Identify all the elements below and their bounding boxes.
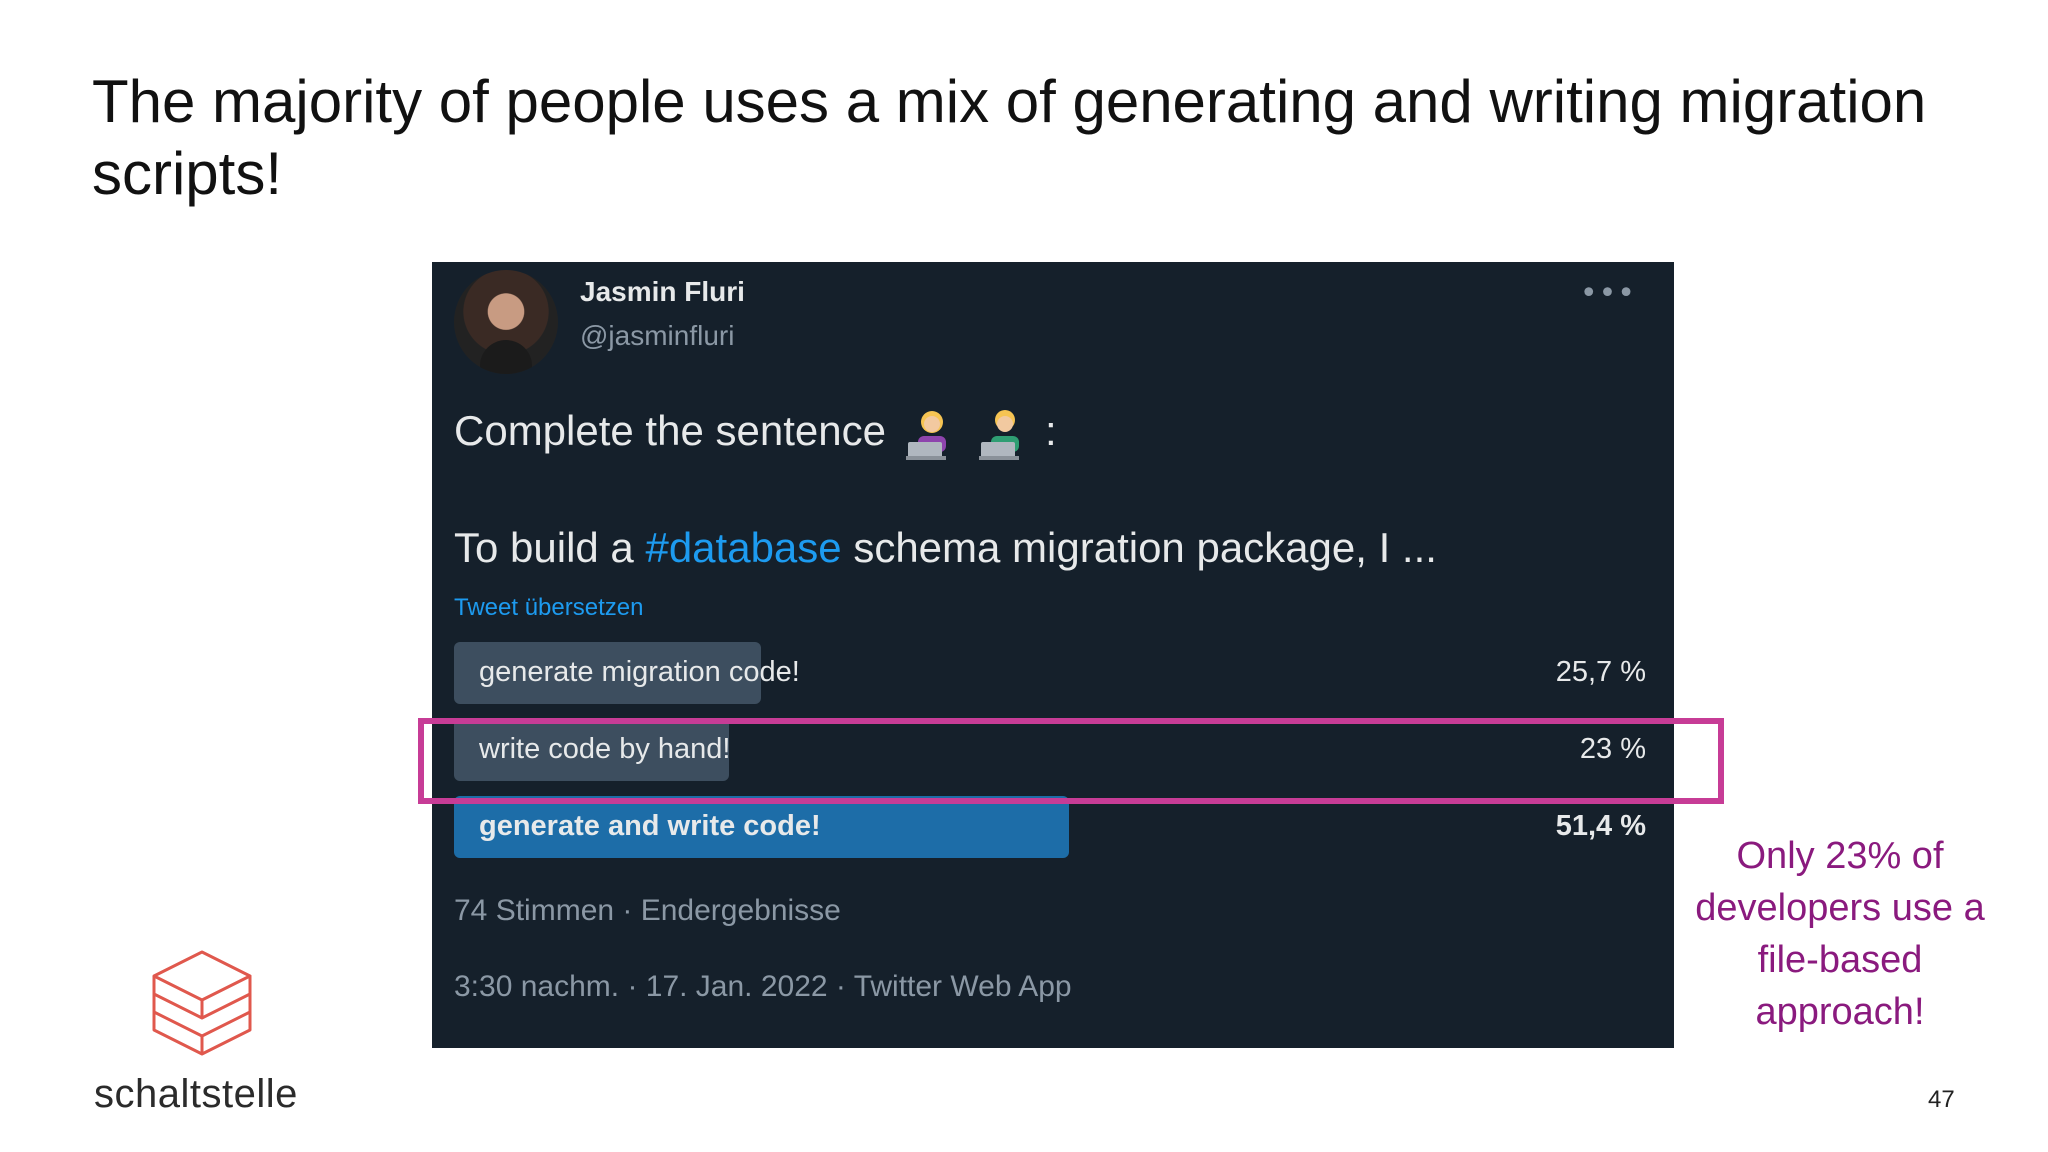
tweet-card: Jasmin Fluri @jasminfluri ••• Complete t… [432,262,1674,1048]
poll-option-percent: 25,7 % [1555,656,1646,688]
man-technologist-icon [979,410,1020,460]
hashtag-link[interactable]: #database [645,524,841,571]
woman-technologist-icon [905,411,946,460]
author-name[interactable]: Jasmin Fluri [580,276,745,308]
page-number: 47 [1928,1086,1955,1113]
tweet-text-line2: To build a #database schema migration pa… [454,524,1437,572]
poll-option-percent: 51,4 % [1555,810,1646,842]
tweet-line1-text: Complete the sentence [454,407,886,455]
logo-text: schaltstelle [94,1072,298,1116]
tweet-text-line1: Complete the sentence : [454,406,1057,462]
logo-icon [152,950,252,1056]
tweet-line1-suffix: : [1044,407,1057,455]
highlight-box [418,718,1724,804]
tweet-line2-prefix: To build a [454,524,646,571]
poll-option-label: generate and write code! [479,810,821,842]
annotation-text: Only 23% of developers use a file-based … [1695,835,1985,1033]
poll-votes-status: 74 Stimmen · Endergebnisse [454,894,841,927]
tweet-timestamp[interactable]: 3:30 nachm. · 17. Jan. 2022 · Twitter We… [454,970,1072,1004]
poll-option-1: generate migration code! 25,7 % [454,642,1650,704]
schaltstelle-logo: schaltstelle [92,948,312,1128]
ellipsis-icon[interactable]: ••• [1580,276,1636,311]
translate-tweet-link[interactable]: Tweet übersetzen [454,594,643,622]
poll-option-3: generate and write code! 51,4 % [454,796,1650,858]
avatar[interactable] [454,270,558,374]
slide-title: The majority of people uses a mix of gen… [92,68,1927,207]
tweet-line2-suffix: schema migration package, I ... [841,524,1437,571]
poll-option-label: generate migration code! [479,656,800,688]
author-handle[interactable]: @jasminfluri [580,320,734,352]
